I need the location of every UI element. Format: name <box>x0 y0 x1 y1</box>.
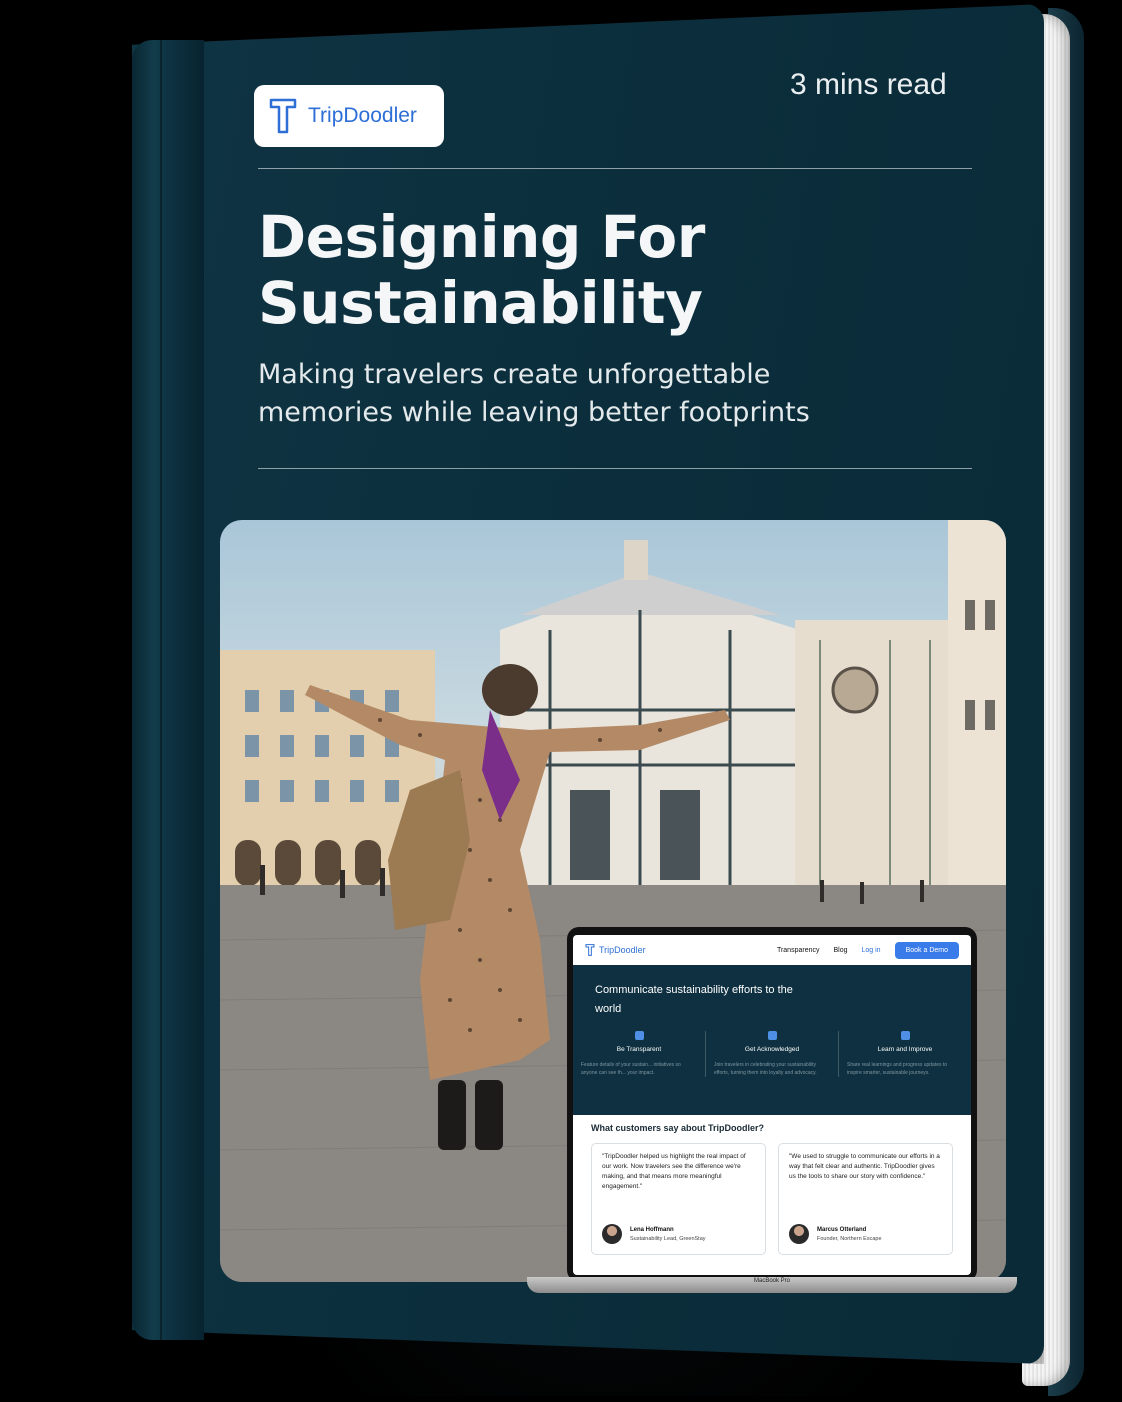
nav-link-transparency[interactable]: Transparency <box>777 947 820 954</box>
read-time: 3 mins read <box>790 68 947 101</box>
brand-name: TripDoodler <box>308 104 417 127</box>
hero-section: Communicate sustainability efforts to th… <box>573 965 971 1115</box>
laptop-model-label: MacBook Pro <box>753 1278 790 1284</box>
chart-icon <box>900 1031 910 1040</box>
avatar <box>789 1224 809 1244</box>
testimonial-card: "TripDoodler helped us highlight the rea… <box>591 1143 766 1255</box>
divider-top <box>258 168 972 169</box>
author-name: Lena Hoffmann <box>630 1226 674 1233</box>
laptop-mockup: TripDoodler Transparency Blog Log in Boo… <box>527 927 1017 1297</box>
feature-item: Be Transparent Feature details of your s… <box>573 1031 705 1077</box>
login-link[interactable]: Log in <box>862 947 881 954</box>
hero-title: Communicate sustainability efforts to th… <box>595 984 793 1015</box>
tripdoodler-logo-icon <box>585 944 595 956</box>
feature-item: Learn and Improve Share real learnings a… <box>838 1031 971 1077</box>
badge-icon <box>767 1031 777 1040</box>
spine-crease <box>160 40 162 1340</box>
testimonial-author: Lena Hoffmann Sustainability Lead, Green… <box>602 1224 706 1244</box>
site-navbar: TripDoodler Transparency Blog Log in Boo… <box>573 935 971 965</box>
feature-title: Learn and Improve <box>877 1046 933 1053</box>
testimonial-cards: "TripDoodler helped us highlight the rea… <box>591 1143 953 1255</box>
laptop-base: MacBook Pro <box>527 1277 1017 1293</box>
feature-desc: Feature details of your sustain... initi… <box>581 1062 681 1076</box>
feature-desc: Join travelers in celebrating your susta… <box>714 1062 817 1076</box>
nav-link-blog[interactable]: Blog <box>833 947 847 954</box>
book-spine <box>132 40 204 1340</box>
feature-title: Be Transparent <box>616 1046 662 1053</box>
feature-item: Get Acknowledged Join travelers in celeb… <box>705 1031 838 1077</box>
site-logo[interactable]: TripDoodler <box>585 943 646 957</box>
testimonial-quote: "TripDoodler helped us highlight the rea… <box>602 1153 746 1190</box>
feature-list: Be Transparent Feature details of your s… <box>573 1031 971 1077</box>
testimonials-heading: What customers say about TripDoodler? <box>591 1123 765 1133</box>
testimonial-author: Marcus Otterland Founder, Northern Escap… <box>789 1224 882 1244</box>
testimonial-quote: "We used to struggle to communicate our … <box>789 1153 940 1180</box>
divider-bottom <box>258 468 972 469</box>
cover-subtitle: Making travelers create unforgettable me… <box>258 359 810 428</box>
feature-desc: Share real learnings and progress update… <box>847 1062 948 1076</box>
feature-title: Get Acknowledged <box>744 1046 800 1053</box>
testimonial-card: "We used to struggle to communicate our … <box>778 1143 953 1255</box>
nav-links: Transparency Blog Log in Book a Demo <box>777 941 959 959</box>
brand-logo-badge: TripDoodler <box>254 85 444 147</box>
testimonials-section: What customers say about TripDoodler? "T… <box>573 1115 971 1275</box>
cover-title: Designing For Sustainability <box>258 203 705 337</box>
author-role: Founder, Northern Escape <box>817 1235 882 1242</box>
author-role: Sustainability Lead, GreenStay <box>630 1235 706 1242</box>
book-demo-button[interactable]: Book a Demo <box>894 941 959 959</box>
avatar <box>602 1224 622 1244</box>
site-logo-text: TripDoodler <box>599 945 646 955</box>
laptop-screen: TripDoodler Transparency Blog Log in Boo… <box>573 935 971 1275</box>
document-icon <box>634 1031 644 1040</box>
author-name: Marcus Otterland <box>817 1226 867 1233</box>
tripdoodler-logo-icon <box>269 98 297 134</box>
